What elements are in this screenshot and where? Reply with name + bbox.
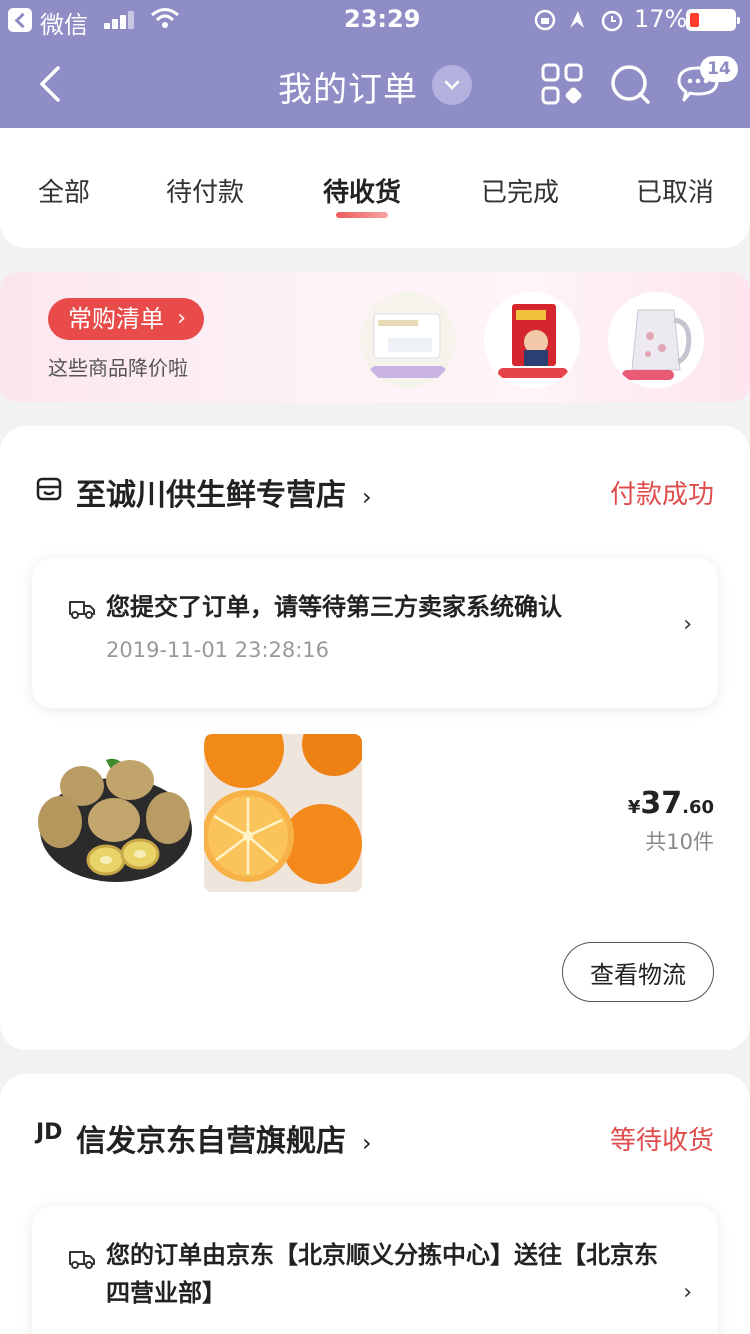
- message-count-badge: 14: [700, 56, 738, 82]
- jd-logo: JD: [36, 1120, 63, 1145]
- shop-name: 信发京东自营旗舰店 ›: [76, 1124, 372, 1159]
- page-title: 我的订单: [278, 70, 418, 110]
- banner-product-thumb[interactable]: [484, 292, 580, 388]
- shop-name: 至诚川供生鲜专营店 ›: [76, 478, 372, 513]
- truck-icon: [69, 601, 95, 619]
- chevron-right-icon: ›: [683, 612, 692, 637]
- battery-percent: 17%: [634, 5, 688, 33]
- search-icon[interactable]: [608, 62, 652, 106]
- order-tabs: 全部 待付款 待收货 已完成 已取消: [0, 128, 750, 248]
- order-card[interactable]: 至诚川供生鲜专营店 › 付款成功 您提交了订单，请等待第三方卖家系统确认 2019…: [0, 426, 750, 1050]
- store-icon: [36, 477, 62, 501]
- tab-all[interactable]: 全部: [38, 172, 90, 209]
- tracking-message: 您提交了订单，请等待第三方卖家系统确认: [106, 593, 562, 621]
- truck-icon: [69, 1251, 95, 1269]
- frequent-list-button[interactable]: 常购清单 ›: [48, 298, 204, 340]
- chevron-right-icon: ›: [177, 306, 186, 331]
- back-to-app-icon[interactable]: [8, 8, 32, 32]
- status-icons: [534, 9, 623, 32]
- banner-product-thumb[interactable]: [360, 292, 456, 388]
- tab-pending-payment[interactable]: 待付款: [166, 172, 244, 209]
- status-time: 23:29: [344, 5, 421, 33]
- orange-image: [204, 734, 362, 892]
- tab-cancelled[interactable]: 已取消: [636, 172, 714, 209]
- product-image-kiwi[interactable]: [36, 734, 194, 892]
- signal-icon: [104, 11, 138, 29]
- frequent-purchase-banner[interactable]: 常购清单 › 这些商品降价啦: [0, 272, 750, 402]
- order-status: 付款成功: [609, 480, 714, 510]
- product-image-orange[interactable]: [204, 734, 362, 892]
- frequent-list-label: 常购清单: [68, 305, 164, 333]
- tracking-message: 您的订单由京东【北京顺义分拣中心】送往【北京东四营业部】: [106, 1241, 658, 1307]
- tab-completed[interactable]: 已完成: [481, 172, 559, 209]
- banner-product-thumb[interactable]: [608, 292, 704, 388]
- tracking-box[interactable]: 您提交了订单，请等待第三方卖家系统确认 2019-11-01 23:28:16 …: [32, 558, 718, 708]
- order-price: ¥37.60: [627, 786, 714, 821]
- top-bar: 微信 23:29 17% 我的订单 14: [0, 0, 750, 128]
- chevron-right-icon: ›: [683, 1280, 692, 1305]
- kiwi-image: [36, 734, 194, 892]
- coffee-product-image: [484, 292, 580, 388]
- tracking-box[interactable]: 您的订单由京东【北京顺义分拣中心】送往【北京东四营业部】 ›: [32, 1206, 718, 1334]
- item-count: 共10件: [645, 830, 714, 854]
- tissue-product-image: [360, 292, 456, 388]
- chevron-down-icon[interactable]: [432, 65, 472, 105]
- banner-subtitle: 这些商品降价啦: [48, 356, 188, 380]
- tracking-time: 2019-11-01 23:28:16: [106, 638, 330, 662]
- wifi-icon: [151, 8, 179, 28]
- order-status: 等待收货: [609, 1126, 714, 1156]
- status-app-name: 微信: [40, 11, 88, 39]
- view-logistics-button[interactable]: 查看物流: [562, 942, 714, 1002]
- category-grid-icon[interactable]: [540, 62, 584, 106]
- kettle-product-image: [608, 292, 704, 388]
- tab-pending-receipt[interactable]: 待收货: [323, 172, 401, 209]
- back-icon[interactable]: [34, 64, 68, 104]
- order-card[interactable]: JD 信发京东自营旗舰店 › 等待收货 您的订单由京东【北京顺义分拣中心】送往【北…: [0, 1074, 750, 1334]
- battery-icon: [686, 9, 740, 31]
- active-tab-indicator: [336, 212, 388, 218]
- status-bar: 微信 23:29 17%: [0, 0, 750, 40]
